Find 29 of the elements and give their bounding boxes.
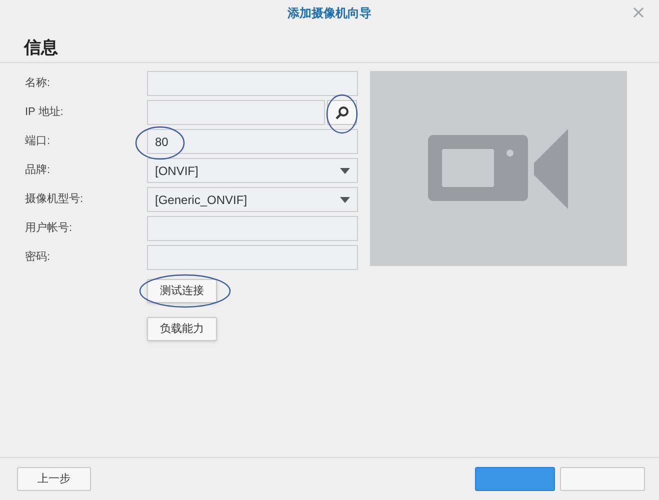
section-heading: 信息 (24, 38, 58, 57)
field-label: 摄像机型号: (25, 192, 84, 208)
action-button[interactable]: 测试连接 (147, 279, 217, 303)
search-icon (335, 106, 349, 120)
caret-icon (340, 168, 350, 174)
input-field[interactable]: 80 (147, 129, 358, 154)
window-title: 添加摄像机向导 (288, 5, 372, 22)
field-label: IP 地址: (25, 105, 64, 120)
dropdown[interactable]: [Generic_ONVIF] (147, 187, 358, 212)
primary-button[interactable] (475, 467, 555, 491)
field-label: 名称: (25, 76, 52, 92)
search-button[interactable] (327, 100, 357, 125)
close-icon[interactable] (633, 7, 644, 18)
back-button[interactable]: 上一步 (17, 467, 91, 491)
field-label: 品牌: (25, 163, 52, 178)
caret-icon (340, 196, 350, 202)
input-field[interactable] (147, 216, 358, 241)
input-field[interactable] (147, 245, 358, 270)
annotation-ellipse (134, 124, 186, 162)
input-field[interactable] (147, 71, 358, 96)
annotation-ellipse (325, 93, 359, 135)
secondary-button[interactable] (560, 467, 645, 491)
action-button[interactable]: 负载能力 (147, 317, 217, 341)
field-label: 端口: (25, 134, 52, 150)
dropdown[interactable]: [ONVIF] (147, 158, 358, 183)
input-field[interactable] (147, 100, 325, 125)
field-label: 密码: (25, 250, 52, 266)
video-camera-icon (428, 128, 570, 208)
field-label: 用户帐号: (25, 220, 74, 236)
